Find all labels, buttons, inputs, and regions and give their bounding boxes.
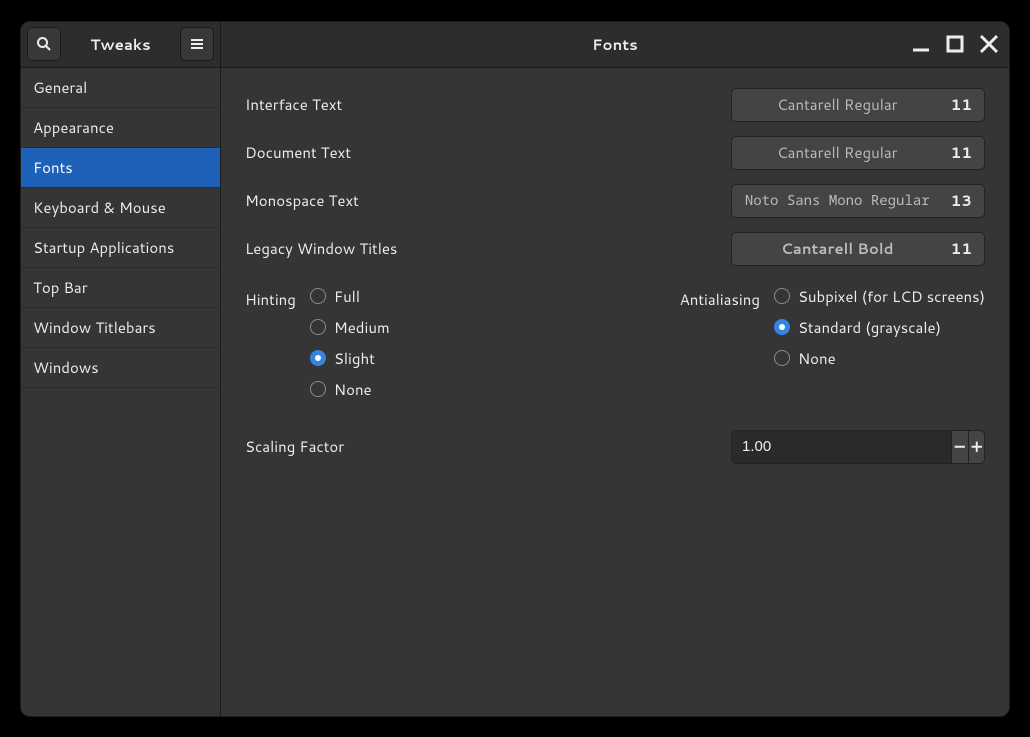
- sidebar: General Appearance Fonts Keyboard & Mous…: [21, 68, 221, 716]
- radio-label: Standard (grayscale): [798, 317, 941, 338]
- antialiasing-option-subpixel[interactable]: Subpixel (for LCD screens): [774, 286, 985, 307]
- sidebar-item-general[interactable]: General: [21, 68, 220, 108]
- radio-icon: [310, 350, 326, 366]
- sidebar-item-label: Fonts: [33, 157, 73, 178]
- page-title: Fonts: [221, 34, 1009, 55]
- document-text-label: Document Text: [245, 142, 731, 163]
- radio-label: Medium: [334, 317, 390, 338]
- scaling-factor-spinbutton[interactable]: [731, 430, 985, 464]
- antialiasing-label: Antialiasing: [680, 286, 760, 400]
- search-button[interactable]: [27, 27, 61, 61]
- antialiasing-option-standard[interactable]: Standard (grayscale): [774, 317, 985, 338]
- sidebar-item-label: Window Titlebars: [33, 317, 156, 338]
- sidebar-item-top-bar[interactable]: Top Bar: [21, 268, 220, 308]
- sidebar-item-fonts[interactable]: Fonts: [21, 148, 220, 188]
- legacy-titles-button[interactable]: Cantarell Bold 11: [731, 232, 985, 266]
- radio-icon: [774, 350, 790, 366]
- font-name: Cantarell Bold: [744, 238, 931, 259]
- sidebar-item-startup-applications[interactable]: Startup Applications: [21, 228, 220, 268]
- interface-text-button[interactable]: Cantarell Regular 11: [731, 88, 985, 122]
- scaling-factor-input[interactable]: [732, 438, 951, 455]
- tweaks-window: Tweaks Fonts General Appearanc: [20, 21, 1010, 717]
- rendering-section: Hinting Full Medium Slight None Antialia…: [245, 286, 985, 400]
- font-size: 11: [951, 94, 972, 115]
- spacer: [450, 286, 620, 400]
- radio-label: Full: [334, 286, 360, 307]
- sidebar-item-appearance[interactable]: Appearance: [21, 108, 220, 148]
- radio-icon: [774, 319, 790, 335]
- legacy-titles-row: Legacy Window Titles Cantarell Bold 11: [245, 230, 985, 268]
- titlebar: Tweaks Fonts: [21, 22, 1009, 68]
- scaling-decrement-button[interactable]: [951, 431, 968, 463]
- font-size: 13: [951, 190, 972, 211]
- window-controls: [911, 34, 999, 54]
- legacy-titles-label: Legacy Window Titles: [245, 238, 731, 259]
- hinting-option-none[interactable]: None: [310, 379, 390, 400]
- sidebar-item-label: Startup Applications: [33, 237, 174, 258]
- minimize-icon: [911, 34, 931, 54]
- interface-text-row: Interface Text Cantarell Regular 11: [245, 86, 985, 124]
- window-body: General Appearance Fonts Keyboard & Mous…: [21, 68, 1009, 716]
- titlebar-right: Fonts: [221, 22, 1009, 67]
- monospace-text-label: Monospace Text: [245, 190, 731, 211]
- titlebar-left: Tweaks: [21, 22, 221, 67]
- fonts-panel: Interface Text Cantarell Regular 11 Docu…: [221, 68, 1009, 716]
- hinting-option-medium[interactable]: Medium: [310, 317, 390, 338]
- close-icon: [979, 34, 999, 54]
- radio-icon: [310, 288, 326, 304]
- app-title: Tweaks: [65, 34, 176, 55]
- menu-button[interactable]: [180, 27, 214, 61]
- radio-label: Subpixel (for LCD screens): [798, 286, 985, 307]
- sidebar-item-label: Appearance: [33, 117, 114, 138]
- minus-icon: [952, 439, 968, 455]
- sidebar-item-windows[interactable]: Windows: [21, 348, 220, 388]
- font-size: 11: [951, 142, 972, 163]
- plus-icon: [969, 439, 985, 455]
- hamburger-icon: [189, 36, 205, 52]
- maximize-button[interactable]: [945, 34, 965, 54]
- sidebar-item-label: Top Bar: [33, 277, 88, 298]
- font-name: Cantarell Regular: [744, 94, 931, 115]
- hinting-options: Full Medium Slight None: [310, 286, 390, 400]
- sidebar-item-window-titlebars[interactable]: Window Titlebars: [21, 308, 220, 348]
- radio-label: Slight: [334, 348, 375, 369]
- radio-icon: [310, 381, 326, 397]
- hinting-option-full[interactable]: Full: [310, 286, 390, 307]
- maximize-icon: [945, 34, 965, 54]
- hinting-option-slight[interactable]: Slight: [310, 348, 390, 369]
- font-size: 11: [951, 238, 972, 259]
- antialiasing-group: Antialiasing Subpixel (for LCD screens) …: [680, 286, 985, 400]
- document-text-button[interactable]: Cantarell Regular 11: [731, 136, 985, 170]
- font-name: Cantarell Regular: [744, 142, 931, 163]
- hinting-group: Hinting Full Medium Slight None: [245, 286, 390, 400]
- radio-label: None: [334, 379, 372, 400]
- scaling-factor-row: Scaling Factor: [245, 428, 985, 466]
- monospace-text-button[interactable]: Noto Sans Mono Regular 13: [731, 184, 985, 218]
- radio-label: None: [798, 348, 836, 369]
- antialiasing-options: Subpixel (for LCD screens) Standard (gra…: [774, 286, 985, 400]
- sidebar-item-label: Windows: [33, 357, 99, 378]
- scaling-factor-label: Scaling Factor: [245, 436, 731, 457]
- close-button[interactable]: [979, 34, 999, 54]
- scaling-increment-button[interactable]: [968, 431, 985, 463]
- monospace-text-row: Monospace Text Noto Sans Mono Regular 13: [245, 182, 985, 220]
- sidebar-item-label: General: [33, 77, 87, 98]
- sidebar-item-label: Keyboard & Mouse: [33, 197, 166, 218]
- antialiasing-option-none[interactable]: None: [774, 348, 985, 369]
- font-name: Noto Sans Mono Regular: [744, 191, 931, 210]
- document-text-row: Document Text Cantarell Regular 11: [245, 134, 985, 172]
- hinting-label: Hinting: [245, 286, 296, 400]
- sidebar-item-keyboard-mouse[interactable]: Keyboard & Mouse: [21, 188, 220, 228]
- radio-icon: [774, 288, 790, 304]
- minimize-button[interactable]: [911, 34, 931, 54]
- interface-text-label: Interface Text: [245, 94, 731, 115]
- radio-icon: [310, 319, 326, 335]
- search-icon: [36, 36, 52, 52]
